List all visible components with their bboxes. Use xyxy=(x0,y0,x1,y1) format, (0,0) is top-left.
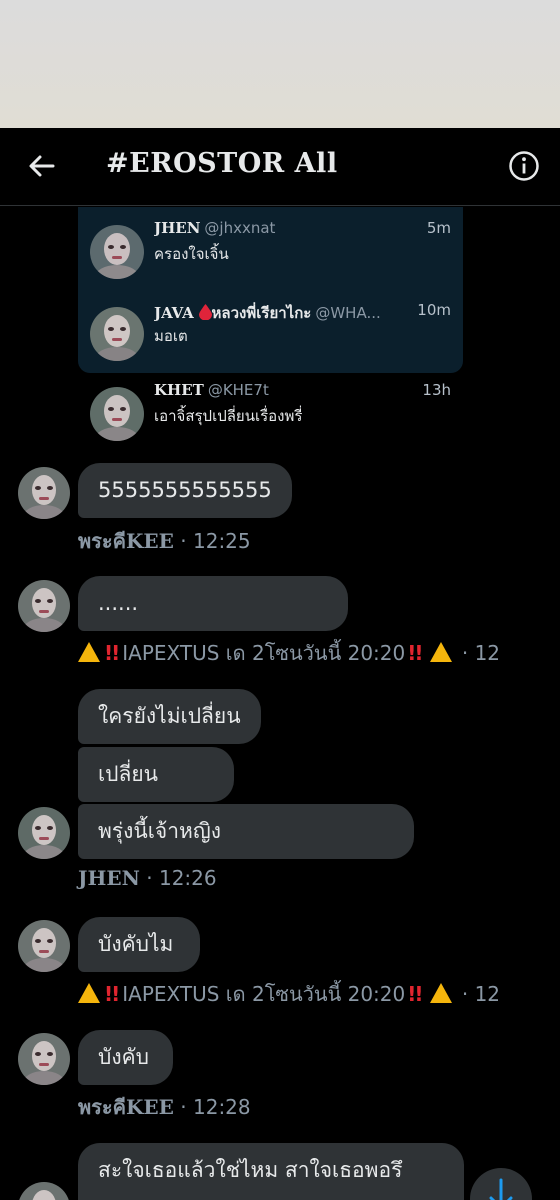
avatar xyxy=(90,225,144,289)
avatar[interactable] xyxy=(18,1182,70,1200)
back-arrow-icon[interactable] xyxy=(26,150,58,182)
message-meta: !! IAPEXTUS เด 2โซนวันนี้ 20:20!! · 12 xyxy=(78,978,500,1010)
sender-name: พระคีKEE xyxy=(78,529,174,553)
tweet-time: 13h xyxy=(422,381,451,399)
shared-tweet[interactable]: KHET @KHE7t 13h เอาจิ้สรุปเปลี่ยนเรื่องพร… xyxy=(78,373,463,455)
message-meta: JHEN · 12:26 xyxy=(78,866,217,890)
exclamation-icon: !! xyxy=(104,982,120,1006)
message-bubble[interactable]: สะใจเธอแล้วใช่ไหม สาใจเธอพอรึ xyxy=(78,1143,464,1200)
page-title: #EROSTOR All xyxy=(106,148,338,179)
chat-header: #EROSTOR All xyxy=(0,128,560,206)
avatar xyxy=(90,387,144,451)
message-time: · 12:28 xyxy=(173,1095,251,1119)
scroll-to-bottom-button[interactable] xyxy=(470,1168,532,1200)
message-bubble[interactable]: ...... xyxy=(78,576,348,631)
avatar[interactable] xyxy=(18,920,70,982)
avatar[interactable] xyxy=(18,807,70,869)
info-icon[interactable] xyxy=(508,150,540,182)
avatar[interactable] xyxy=(18,580,70,642)
warning-icon xyxy=(429,983,452,1003)
message-meta: !! IAPEXTUS เด 2โซนวันนี้ 20:20!! · 12 xyxy=(78,637,500,669)
sender-name: IAPEXTUS เด 2โซนวันนี้ 20:20 xyxy=(122,982,406,1006)
message-bubble[interactable]: บังคับ xyxy=(78,1030,173,1085)
tweet-author-name: JHEN xyxy=(154,219,201,237)
tweet-author-name-extra: หลวงพี่เรียาไกะ xyxy=(211,304,312,322)
message-bubble[interactable]: บังคับไม xyxy=(78,917,200,972)
warning-icon xyxy=(429,642,452,662)
tweet-author-name: JAVA xyxy=(154,304,194,322)
sender-name: พระคีKEE xyxy=(78,1095,174,1119)
tweet-text: มอเต xyxy=(154,327,188,345)
exclamation-icon: !! xyxy=(104,641,120,665)
avatar[interactable] xyxy=(18,1033,70,1095)
message-time: · 12 xyxy=(455,982,501,1006)
tweet-time: 10m xyxy=(411,301,451,319)
tweet-handle: @WHA... xyxy=(315,304,381,322)
shared-tweet[interactable]: JAVA หลวงพี่เรียาไกะ @WHA... 10m มอเต xyxy=(78,289,463,371)
message-list[interactable]: JHEN @jhxxnat 5m ครองใจเจิ้น JAVA หลวงพี่… xyxy=(0,207,560,1200)
message-time: · 12 xyxy=(455,641,501,665)
message-meta: พระคีKEE · 12:25 xyxy=(78,525,251,557)
tweet-time: 5m xyxy=(426,219,451,237)
status-bar-area xyxy=(0,0,560,128)
message-bubble[interactable]: เปลี่ยน xyxy=(78,747,234,802)
sender-name: JHEN xyxy=(78,866,140,890)
shared-tweet[interactable]: JHEN @jhxxnat 5m ครองใจเจิ้น xyxy=(78,207,463,289)
avatar xyxy=(90,307,144,371)
warning-icon xyxy=(78,642,100,662)
message-meta: พระคีKEE · 12:28 xyxy=(78,1091,251,1123)
tweet-handle: @jhxxnat xyxy=(204,219,276,237)
exclamation-icon: !! xyxy=(407,982,423,1006)
tweet-text: เอาจิ้สรุปเปลี่ยนเรื่องพรี่ xyxy=(154,407,303,425)
blood-drop-icon xyxy=(198,304,212,321)
tweet-text: ครองใจเจิ้น xyxy=(154,245,229,263)
sender-name: IAPEXTUS เด 2โซนวันนี้ 20:20 xyxy=(122,641,406,665)
message-time: · 12:26 xyxy=(139,866,217,890)
tweet-handle: @KHE7t xyxy=(207,381,269,399)
exclamation-icon: !! xyxy=(407,641,423,665)
message-bubble[interactable]: 5555555555555 xyxy=(78,463,292,518)
message-bubble[interactable]: พรุ่งนี้เจ้าหญิง xyxy=(78,804,414,859)
message-bubble[interactable]: ใครยังไม่เปลี่ยน xyxy=(78,689,261,744)
avatar[interactable] xyxy=(18,467,70,529)
tweet-author-name: KHET xyxy=(154,381,204,399)
arrow-down-icon xyxy=(489,1178,513,1200)
message-time: · 12:25 xyxy=(173,529,251,553)
warning-icon xyxy=(78,983,100,1003)
